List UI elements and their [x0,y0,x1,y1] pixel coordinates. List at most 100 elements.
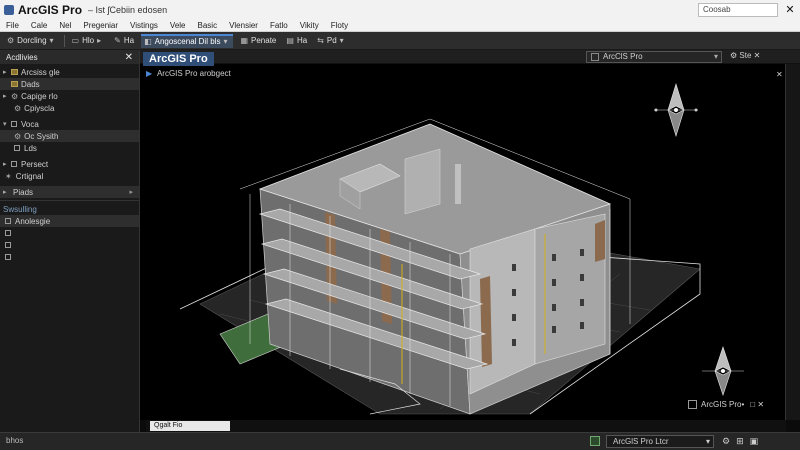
menu-item-vikity[interactable]: Vikity [300,21,319,30]
tree-item[interactable]: Dads [0,78,139,90]
tree-item[interactable]: ✶ Crtignal [0,170,139,182]
edit-icon: ✎ [114,36,121,45]
tree-item[interactable]: ⚙ Oc Sysith [0,130,139,142]
tree-item-empty[interactable] [0,227,139,239]
close-map-icon[interactable]: ✕ [776,70,783,79]
tree-item[interactable]: Swsulling [0,203,139,215]
menu-item-cale[interactable]: Cale [31,21,47,30]
panel-header: Acdlivies ✕ [0,50,139,64]
scale-icon: ⇆ [317,36,324,45]
folder-icon [11,69,18,75]
menu-item-vistings[interactable]: Vistings [130,21,158,30]
chevron-down-icon: ▾ [705,437,710,446]
ribbon-toolbar: ⚙ Dorcling ▾ ▭ Hlo ▸ ✎ Ha ◧ Angoscenal D… [0,32,800,50]
tree-item-label: Persect [21,159,49,169]
tree-item-label: Piads [13,187,34,197]
toolbar-item-label: Pd [326,36,337,45]
toolbar-penate-button[interactable]: ▦ Penate [237,34,279,48]
scene-dropdown-value: ArcGlS Pro Ltcr [613,437,669,446]
chevron-right-icon[interactable]: ▸ [129,188,133,196]
window-controls[interactable]: □ ✕ [750,400,764,409]
navigator-compass-icon[interactable] [650,80,702,140]
scene-dropdown[interactable]: ArcGlS Pro Ltcr ▾ [606,435,714,448]
coordinate-bar: Qgalt Fio [146,420,786,432]
search-input[interactable]: Coosab [698,3,778,17]
status-tools[interactable]: ⚙⊞▣ [722,436,764,447]
layer-icon [5,230,11,236]
collapse-icon[interactable]: ▾ [3,120,9,128]
close-panel-icon[interactable]: ✕ [125,52,133,63]
tree-item[interactable]: ▸ ⚙ Capige rlo [0,90,139,102]
gear-icon: ⚙ [14,103,22,113]
panel-title: Acdlivies [6,52,38,62]
tree-item-label: Cpiyscla [24,103,55,113]
expand-icon[interactable]: ▸ [3,68,9,76]
layer-icon [5,254,11,260]
menu-item-floty[interactable]: Floty [331,21,348,30]
toolbar-ha-button[interactable]: ✎ Ha [111,34,137,48]
toolbar-dorcling-button[interactable]: ⚙ Dorcling ▾ [4,34,60,48]
map-title-badge: ArcGIS Pro [143,52,214,66]
scene-status-icon[interactable] [590,436,600,446]
menu-bar: File Cale Nel Pregeniar Vistings Vele Ba… [0,20,800,32]
tree-item[interactable]: ▾ Voca [0,118,139,130]
app-name: ArcGIS Pro [18,3,83,17]
play-icon: ▶ [146,69,153,78]
project-icon [591,53,599,61]
chevron-down-icon: ▾ [713,52,718,61]
tree-item-empty[interactable] [0,239,139,251]
tree-item-label: Arcsiss gle [21,67,60,77]
project-dropdown-value: ArcClS Pro [603,52,643,61]
tree-item-label: Voca [21,119,39,129]
view-tools[interactable]: ⚙ Ste ✕ [730,51,760,60]
project-dropdown[interactable]: ArcClS Pro ▾ [586,51,722,63]
layer-icon [14,145,20,151]
toolbar-hlo-button[interactable]: ▭ Hlo ▸ [69,34,108,48]
expand-icon[interactable]: ▸ [3,92,9,100]
map-status-indicator[interactable]: ArcGIS Pro• □ ✕ [688,398,764,410]
coordinate-field[interactable]: Qgalt Fio [150,421,230,431]
tree-item[interactable]: Anolesgie [0,215,139,227]
tree-item-label: Lds [24,143,37,153]
menu-item-pregeniar[interactable]: Pregeniar [83,21,118,30]
tree-item[interactable]: ▸ Persect [0,158,139,170]
title-bar: ArcGIS Pro – Ist ʃCebiin edosen Coosab ✕ [0,0,800,20]
catalog-tree: ▸ Arcsiss gle Dads ▸ ⚙ Capige rlo ⚙ Cpiy… [0,66,139,263]
tab-angoscenal[interactable]: ◧ Angoscenal Dil bls ▾ [141,33,234,48]
menu-item-vlensier[interactable]: Vlensier [229,21,258,30]
tree-item[interactable]: ▸ Piads ▸ [0,186,139,198]
menu-item-fatlo[interactable]: Fatlo [270,21,288,30]
toolbar-item-label: Dorcling [17,36,47,45]
toolbar-ha2-button[interactable]: ▤ Ha [283,34,310,48]
catalog-panel: Acdlivies ✕ ▸ Arcsiss gle Dads ▸ ⚙ Capig… [0,50,140,440]
menu-item-file[interactable]: File [6,21,19,30]
map-document-label[interactable]: ▶ ArcGIS Pro arobgect [146,69,231,78]
close-window-button[interactable]: ✕ [782,2,798,18]
tree-item-label: Crtignal [15,171,44,181]
tree-item-label: Swsulling [3,204,37,214]
toolbar-separator [63,34,65,47]
status-bar: bhos ArcGlS Pro Ltcr ▾ ⚙⊞▣ [0,432,800,450]
tree-item-empty[interactable] [0,251,139,263]
tree-item[interactable]: Lds [0,142,139,154]
folder-icon [11,81,18,87]
vertical-scrollbar[interactable] [785,64,800,420]
menu-item-vele[interactable]: Vele [170,21,186,30]
gear-icon: ⚙ [11,91,19,101]
toolbar-pd-button[interactable]: ⇆ Pd ▾ [314,34,350,48]
expand-icon[interactable]: ▸ [3,188,9,196]
menu-item-nel[interactable]: Nel [59,21,71,30]
north-arrow-icon[interactable] [698,345,748,397]
tree-item-label: Dads [21,79,40,89]
chevron-right-icon: ▸ [97,36,102,45]
expand-icon[interactable]: ▸ [3,160,9,168]
chevron-down-icon: ▾ [339,36,344,45]
menu-item-basic[interactable]: Basic [198,21,218,30]
status-text: bhos [6,436,24,445]
tree-item-label: Anolesgie [15,216,51,226]
document-name: – Ist ʃCebiin edosen [88,5,168,15]
toolbar-item-label: Hlo [82,36,95,45]
tree-item[interactable]: ⚙ Cpiyscla [0,102,139,114]
tree-item[interactable]: ▸ Arcsiss gle [0,66,139,78]
star-icon: ✶ [5,171,12,181]
